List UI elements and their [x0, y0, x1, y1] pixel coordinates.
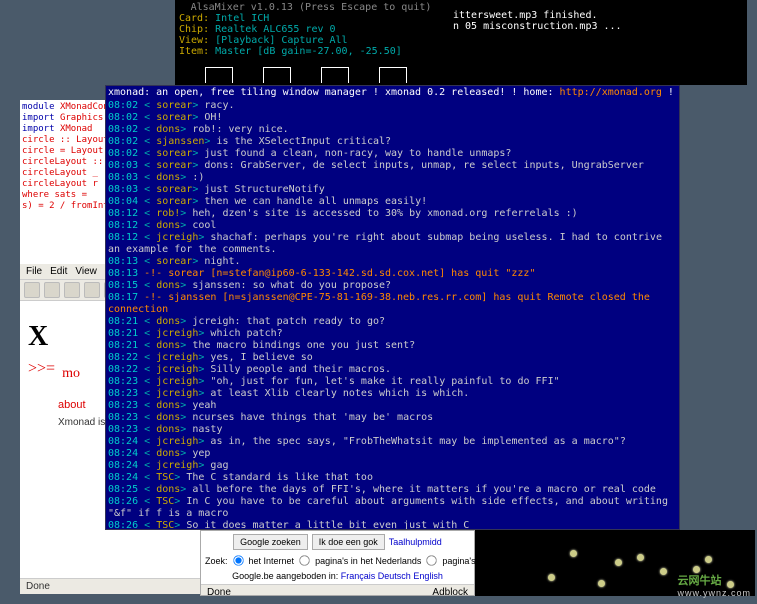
irc-line: 08:26 < TSC> In C you have to be careful…	[108, 496, 677, 520]
zoek-label: Zoek:	[205, 556, 228, 566]
irc-line: 08:25 < dons> all before the days of FFI…	[108, 484, 677, 496]
back-button[interactable]	[24, 282, 40, 298]
irc-line: 08:12 < dons> cool	[108, 220, 677, 232]
irc-line: 08:12 < rob!> heh, dzen's site is access…	[108, 208, 677, 220]
scope-nl-radio[interactable]	[299, 555, 309, 565]
google-search-button[interactable]: Google zoeken	[233, 534, 308, 550]
mpd-line: ittersweet.mp3 finished.	[453, 10, 741, 21]
menu-view[interactable]: View	[75, 266, 97, 277]
mpd-line: n 05 misconstruction.mp3 ...	[453, 21, 741, 32]
irc-line: 08:24 < TSC> The C standard is like that…	[108, 472, 677, 484]
gbrowser-statusbar: Done Adblock	[201, 584, 474, 600]
reload-button[interactable]	[64, 282, 80, 298]
alsamixer-window: AlsaMixer v1.0.13 (Press Escape to quit)…	[175, 0, 447, 85]
xmonad-logo: X >>= mo	[28, 321, 80, 385]
irc-line: 08:02 < sorear> racy.	[108, 100, 677, 112]
irc-line: 08:22 < jcreigh> yes, I believe so	[108, 352, 677, 364]
irc-line: 08:21 < dons> jcreigh: that patch ready …	[108, 316, 677, 328]
forward-button[interactable]	[44, 282, 60, 298]
irc-line: 08:03 < sorear> dons: GrabServer, de sel…	[108, 160, 677, 172]
irc-line: 08:21 < jcreigh> which patch?	[108, 328, 677, 340]
irc-line: 08:24 < jcreigh> as in, the spec says, "…	[108, 436, 677, 448]
alsamixer-row: Chip: Realtek ALC655 rev 0	[179, 24, 443, 35]
irc-line: 08:23 < jcreigh> at least Xlib clearly n…	[108, 388, 677, 400]
search-buttons: Google zoeken Ik doe een gok Taalhulpmid…	[201, 531, 474, 553]
irc-line: 08:03 < dons> :)	[108, 172, 677, 184]
feeling-lucky-button[interactable]: Ik doe een gok	[312, 534, 385, 550]
search-scope-row: Zoek: het Internet pagina's in het Neder…	[201, 553, 474, 568]
irc-line: 08:02 < sjanssen> is the XSelectInput cr…	[108, 136, 677, 148]
irc-line: 08:23 < dons> ncurses have things that '…	[108, 412, 677, 424]
language-tools-link[interactable]: Taalhulpmidd	[389, 537, 442, 547]
irc-line: 08:26 < TSC> So it does matter a little …	[108, 520, 677, 530]
scope-be-radio[interactable]	[427, 555, 437, 565]
irc-line: 08:15 < dons> sjanssen: so what do you p…	[108, 280, 677, 292]
irc-topic: xmonad: an open, free tiling window mana…	[106, 86, 679, 100]
irc-line: 08:23 < dons> yeah	[108, 400, 677, 412]
topic-home-link[interactable]: http://xmonad.org	[560, 87, 662, 98]
lang-en-link[interactable]: English	[413, 571, 443, 581]
mixer-bar[interactable]	[205, 67, 233, 83]
irc-line: 08:02 < sorear> OH!	[108, 112, 677, 124]
adblock-indicator[interactable]: Adblock	[432, 587, 468, 598]
irc-line: 08:12 < jcreigh> shachaf: perhaps you're…	[108, 232, 677, 256]
mixer-bar[interactable]	[321, 67, 349, 83]
irc-line: 08:24 < jcreigh> gag	[108, 460, 677, 472]
irc-line: 08:04 < sorear> then we can handle all u…	[108, 196, 677, 208]
mpd-status-window: ittersweet.mp3 finished. n 05 misconstru…	[447, 0, 747, 85]
stop-button[interactable]	[84, 282, 100, 298]
irc-line: 08:02 < sorear> just found a clean, non-…	[108, 148, 677, 160]
page-nav: about	[58, 399, 86, 411]
irc-line: 08:02 < dons> rob!: very nice.	[108, 124, 677, 136]
menu-edit[interactable]: Edit	[50, 266, 67, 277]
lang-de-link[interactable]: Deutsch	[378, 571, 411, 581]
lang-fr-link[interactable]: Français	[341, 571, 376, 581]
irc-line: 08:13 < sorear> night.	[108, 256, 677, 268]
irc-line: 08:21 < dons> the macro bindings one you…	[108, 340, 677, 352]
alsamixer-row: Item: Master [dB gain=-27.00, -25.50]	[179, 46, 443, 57]
alsamixer-row: Card: Intel ICH	[179, 13, 443, 24]
irc-line: 08:03 < sorear> just StructureNotify	[108, 184, 677, 196]
scope-internet-radio[interactable]	[233, 555, 243, 565]
alsamixer-channel-bars[interactable]	[205, 67, 407, 83]
irc-terminal[interactable]: xmonad: an open, free tiling window mana…	[105, 85, 680, 530]
alsamixer-title: AlsaMixer v1.0.13 (Press Escape to quit)	[179, 2, 443, 13]
mixer-bar[interactable]	[379, 67, 407, 83]
menu-file[interactable]: File	[26, 266, 42, 277]
irc-line: 08:23 < dons> nasty	[108, 424, 677, 436]
alsamixer-row: View: [Playback] Capture All	[179, 35, 443, 46]
irc-line: 08:22 < jcreigh> Silly people and their …	[108, 364, 677, 376]
irc-line: 08:17 -!- sjanssen [n=sjanssen@CPE-75-81…	[108, 292, 677, 316]
irc-line: 08:23 < jcreigh> "oh, just for fun, let'…	[108, 376, 677, 388]
irc-line: 08:24 < dons> yep	[108, 448, 677, 460]
mixer-bar[interactable]	[263, 67, 291, 83]
offered-in-row: Google.be aangeboden in: Français Deutsc…	[201, 568, 474, 584]
irc-log[interactable]: 08:02 < sorear> racy.08:02 < sorear> OH!…	[106, 100, 679, 530]
google-browser-window: Google zoeken Ik doe een gok Taalhulpmid…	[200, 530, 475, 596]
watermark: 云网牛站 www.ywnz.com	[677, 572, 751, 598]
nav-about[interactable]: about	[58, 399, 86, 411]
irc-line: 08:13 -!- sorear [n=stefan@ip60-6-133-14…	[108, 268, 677, 280]
